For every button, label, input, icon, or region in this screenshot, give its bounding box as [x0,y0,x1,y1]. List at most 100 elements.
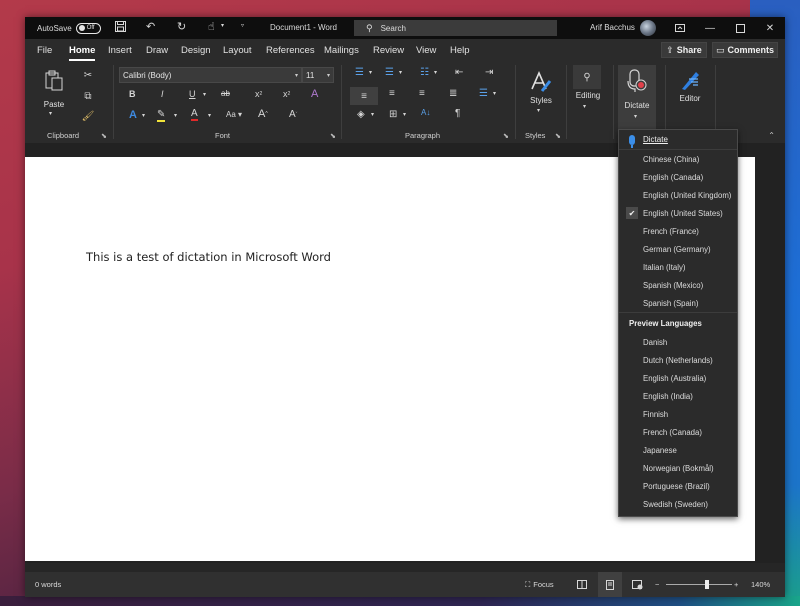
share-button[interactable]: ⇪ Share [661,42,707,58]
styles-label[interactable]: Styles [523,96,559,105]
language-item[interactable]: Chinese (China) [619,150,737,168]
print-layout-icon[interactable] [598,572,622,597]
bullets-icon[interactable]: ☰ [355,67,364,78]
tab-insert[interactable]: Insert [108,45,132,56]
save-icon[interactable] [115,21,126,32]
preview-language-item[interactable]: Finnish [619,405,737,423]
strikethrough-icon[interactable]: ab [221,89,230,98]
clipboard-launcher-icon[interactable]: ⬊ [101,132,107,140]
paste-dropdown-icon[interactable]: ▾ [49,110,52,117]
dictate-menu-item[interactable]: Dictate [619,130,737,150]
show-formatting-marks-icon[interactable]: ¶ [455,108,460,119]
touch-mode-dropdown-icon[interactable]: ▾ [221,22,224,29]
font-size-dropdown[interactable]: 11 ▾ [302,67,334,83]
preview-language-item[interactable]: Portuguese (Brazil) [619,477,737,495]
language-item[interactable]: English (United Kingdom) [619,186,737,204]
document-text[interactable]: This is a test of dictation in Microsoft… [86,250,331,264]
paste-icon[interactable] [42,69,66,93]
language-item[interactable]: English (Canada) [619,168,737,186]
maximize-icon[interactable] [725,17,755,39]
align-right-icon[interactable]: ≡ [419,88,425,99]
zoom-level[interactable]: 140% [751,572,770,597]
language-item[interactable]: German (Germany) [619,240,737,258]
cut-icon[interactable]: ✂ [81,68,95,82]
subscript-icon[interactable]: x2 [255,89,262,99]
tab-references[interactable]: References [266,45,315,56]
shading-icon[interactable]: ◈ [357,109,365,120]
preview-language-item[interactable]: English (Australia) [619,369,737,387]
superscript-icon[interactable]: x2 [283,89,290,99]
increase-indent-icon[interactable]: ⇥ [485,67,493,78]
web-layout-icon[interactable] [628,572,646,597]
underline-icon[interactable]: U [189,89,196,99]
font-launcher-icon[interactable]: ⬊ [330,132,336,140]
multilevel-list-icon[interactable]: ☷ [420,67,429,78]
preview-language-item[interactable]: English (India) [619,387,737,405]
align-center-icon[interactable]: ≡ [389,88,395,99]
preview-language-item[interactable]: Danish [619,333,737,351]
multilevel-dropdown-icon[interactable]: ▾ [434,69,437,76]
paste-label[interactable]: Paste [42,100,66,109]
styles-launcher-icon[interactable]: ⬊ [555,132,561,140]
redo-icon[interactable]: ↻ [177,20,186,33]
font-name-dropdown[interactable]: Calibri (Body) ▾ [119,67,302,83]
language-item[interactable]: Italian (Italy) [619,258,737,276]
preview-language-item[interactable]: Dutch (Netherlands) [619,351,737,369]
paragraph-launcher-icon[interactable]: ⬊ [503,132,509,140]
dictate-button[interactable]: Dictate ▾ [618,65,656,129]
close-icon[interactable]: ✕ [755,17,785,39]
font-color-icon[interactable]: A [191,108,198,121]
styles-icon[interactable] [528,69,554,95]
search-box[interactable]: ⚲ Search [354,20,557,36]
sort-icon[interactable]: A↓ [421,108,430,117]
tab-help[interactable]: Help [450,45,470,56]
collapse-ribbon-icon[interactable]: ⌃ [768,131,775,140]
ribbon-display-options-icon[interactable] [665,17,695,39]
bold-icon[interactable]: B [129,89,136,99]
tab-review[interactable]: Review [373,45,404,56]
preview-language-item[interactable]: Swedish (Sweden) [619,495,737,513]
dictate-dropdown-icon[interactable]: ▾ [634,113,637,120]
customize-toolbar-icon[interactable]: ▿ [241,22,244,29]
language-item[interactable]: French (France) [619,222,737,240]
font-color-dropdown-icon[interactable]: ▾ [208,112,211,119]
comments-button[interactable]: ▭ Comments [712,42,778,58]
italic-icon[interactable]: I [161,89,164,99]
zoom-slider-thumb[interactable] [704,580,709,589]
avatar[interactable] [640,20,656,36]
clear-formatting-icon[interactable]: A [311,88,318,100]
copy-icon[interactable]: ⧉ [81,89,95,103]
tab-design[interactable]: Design [181,45,211,56]
tab-mailings[interactable]: Mailings [324,45,359,56]
align-left-button[interactable]: ≡ [350,87,378,105]
line-spacing-dropdown-icon[interactable]: ▾ [493,90,496,97]
numbering-dropdown-icon[interactable]: ▾ [399,69,402,76]
minimize-icon[interactable]: — [695,17,725,39]
highlight-dropdown-icon[interactable]: ▾ [174,112,177,119]
language-item[interactable]: Spanish (Mexico) [619,276,737,294]
text-effects-dropdown-icon[interactable]: ▾ [142,112,145,119]
language-item[interactable]: Spanish (Spain) [619,294,737,312]
highlight-icon[interactable]: ✎ [157,109,166,122]
touch-mode-icon[interactable]: ☝ [208,20,215,33]
zoom-slider[interactable] [666,584,732,585]
tab-view[interactable]: View [416,45,436,56]
editing-button[interactable]: ⚲ [573,65,601,89]
preview-language-item[interactable]: Japanese [619,441,737,459]
numbering-icon[interactable]: ☰ [385,67,394,78]
text-effects-icon[interactable]: A [129,109,137,121]
word-count[interactable]: 0 words [35,572,61,597]
preview-language-item[interactable]: French (Canada) [619,423,737,441]
focus-button[interactable]: ⛶ Focus [525,572,554,597]
justify-icon[interactable]: ≣ [449,88,457,99]
styles-dropdown-icon[interactable]: ▾ [537,107,540,114]
tab-home[interactable]: Home [69,45,96,61]
tab-layout[interactable]: Layout [223,45,252,56]
editor-label[interactable]: Editor [670,94,710,103]
bullets-dropdown-icon[interactable]: ▾ [369,69,372,76]
borders-icon[interactable]: ⊞ [389,109,397,120]
tab-file[interactable]: File [37,45,52,56]
decrease-indent-icon[interactable]: ⇤ [455,67,463,78]
language-item[interactable]: ✔ English (United States) [619,204,737,222]
shading-dropdown-icon[interactable]: ▾ [371,111,374,118]
